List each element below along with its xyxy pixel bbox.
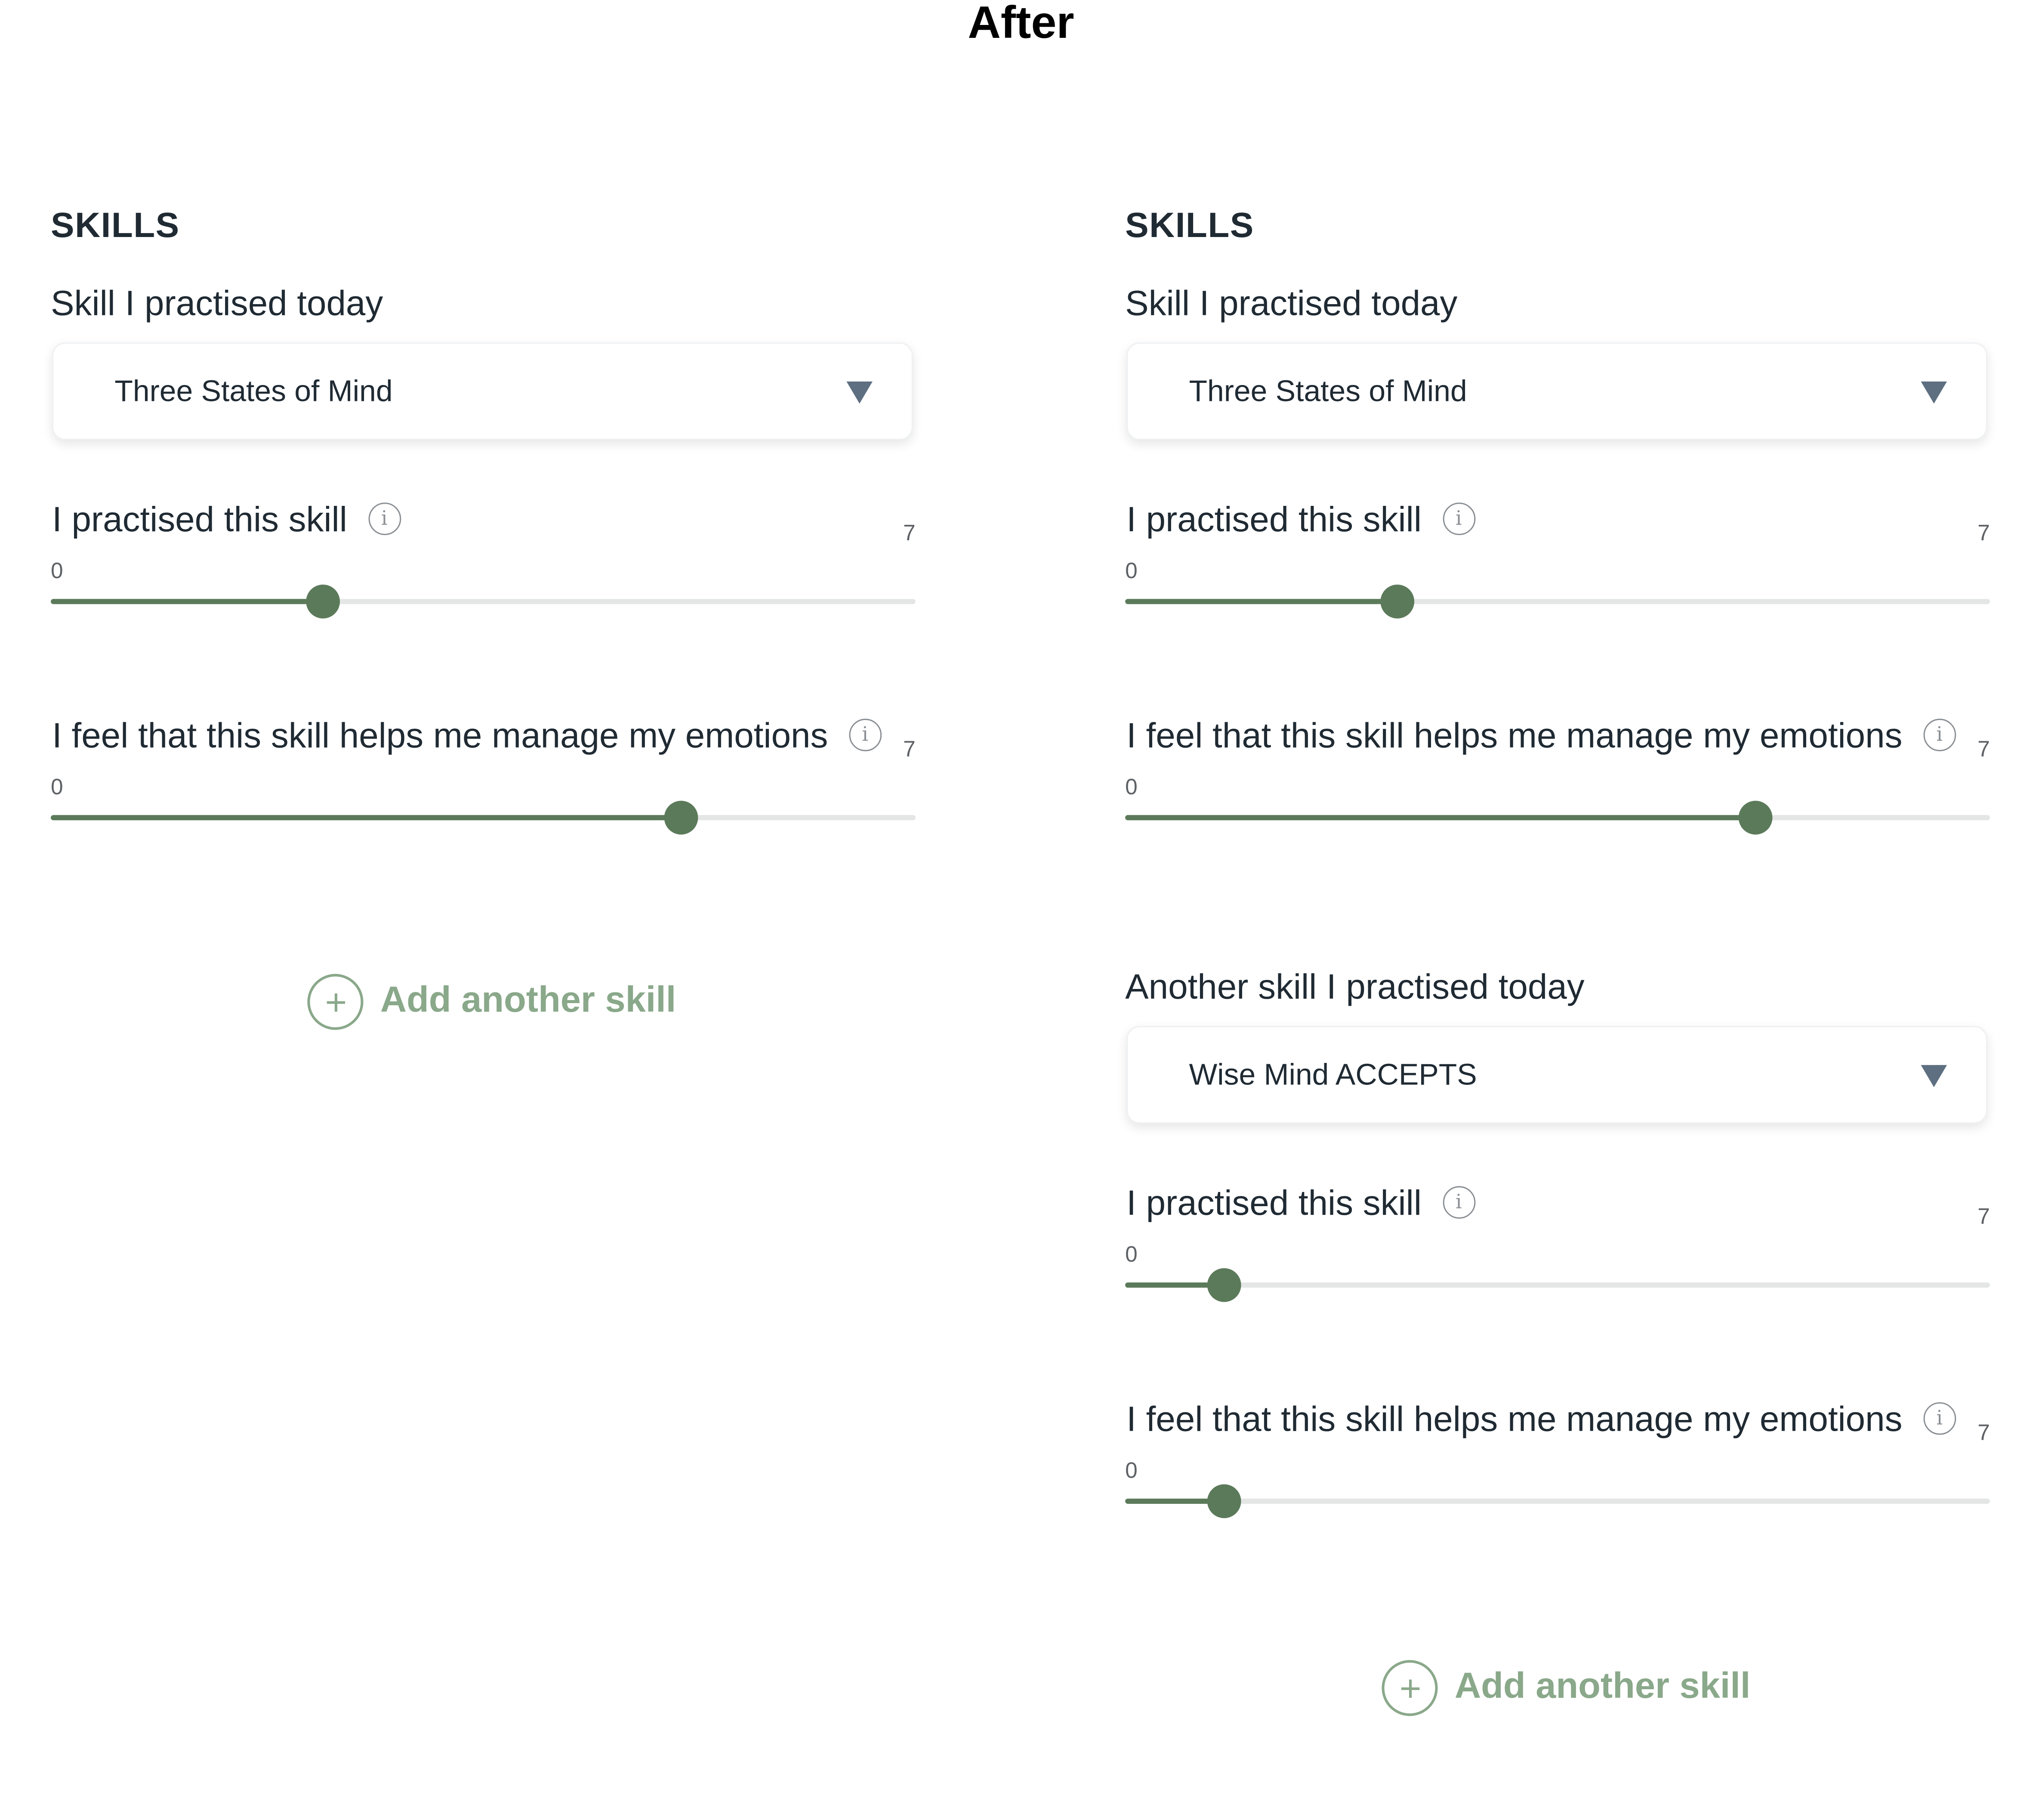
slider-thumb[interactable] <box>1207 1268 1241 1302</box>
dropdown-selected-value: Three States of Mind <box>114 373 393 408</box>
practised-label-text: I practised this skill <box>52 500 347 539</box>
slider-max-label: 7 <box>1977 1204 1990 1229</box>
slider-fill <box>1125 599 1397 604</box>
skill-entry: Skill I practised today Three States of … <box>1125 284 1990 870</box>
slider-thumb[interactable] <box>663 801 698 835</box>
skills-heading: SKILLS <box>1125 206 1254 245</box>
practised-label: I practised this skill i <box>1126 1183 1475 1224</box>
helps-label: I feel that this skill helps me manage m… <box>1126 716 1956 757</box>
slider-min-label: 0 <box>1125 558 1138 584</box>
info-icon[interactable]: i <box>368 503 401 536</box>
slider-min-label: 0 <box>1125 1458 1138 1483</box>
practised-label: I practised this skill i <box>52 500 401 540</box>
skill-entry: Another skill I practised today Wise Min… <box>1125 967 1990 1553</box>
helps-label: I feel that this skill helps me manage m… <box>1126 1400 1956 1440</box>
add-skill-label: Add another skill <box>380 979 676 1019</box>
slider-min-label: 0 <box>1125 1242 1138 1267</box>
info-icon[interactable]: i <box>1923 1402 1956 1435</box>
add-skill-label: Add another skill <box>1454 1665 1751 1706</box>
slider-thumb[interactable] <box>1738 801 1772 835</box>
practised-label: I practised this skill i <box>1126 500 1475 540</box>
slider-fill <box>51 599 323 604</box>
slider-min-label: 0 <box>51 774 63 800</box>
practised-label-text: I practised this skill <box>1126 500 1422 539</box>
plus-circle-icon <box>1382 1660 1438 1716</box>
practised-slider[interactable] <box>51 585 916 619</box>
skill-select-label: Another skill I practised today <box>1125 967 1585 1007</box>
helps-slider-group: I feel that this skill helps me manage m… <box>1125 716 1990 859</box>
helps-slider-group: I feel that this skill helps me manage m… <box>1125 1400 1990 1543</box>
practised-slider-group: I practised this skill i 0 7 <box>1125 500 1990 643</box>
plus-circle-icon <box>307 974 364 1030</box>
caret-down-icon <box>846 381 873 404</box>
slider-thumb[interactable] <box>305 585 340 619</box>
practised-slider[interactable] <box>1125 1268 1990 1302</box>
skills-panel-before: SKILLS Skill I practised today Three Sta… <box>51 0 916 1812</box>
helps-slider[interactable] <box>51 801 916 835</box>
slider-thumb[interactable] <box>1380 585 1414 619</box>
helps-label-text: I feel that this skill helps me manage m… <box>1126 716 1903 755</box>
skill-dropdown[interactable]: Three States of Mind <box>1126 342 1987 440</box>
info-icon[interactable]: i <box>848 719 882 752</box>
slider-max-label: 7 <box>903 737 916 762</box>
slider-min-label: 0 <box>51 558 63 584</box>
slider-thumb[interactable] <box>1207 1484 1241 1518</box>
info-icon[interactable]: i <box>1923 719 1956 752</box>
slider-max-label: 7 <box>1977 737 1990 762</box>
skill-dropdown[interactable]: Wise Mind ACCEPTS <box>1126 1026 1987 1124</box>
caret-down-icon <box>1921 1065 1947 1087</box>
slider-max-label: 7 <box>1977 1420 1990 1445</box>
helps-label-text: I feel that this skill helps me manage m… <box>52 716 828 755</box>
skill-dropdown[interactable]: Three States of Mind <box>52 342 913 440</box>
skills-panel-after: SKILLS Skill I practised today Three Sta… <box>1125 0 1990 1812</box>
slider-max-label: 7 <box>903 520 916 546</box>
info-icon[interactable]: i <box>1442 1186 1475 1219</box>
skills-heading: SKILLS <box>51 206 180 245</box>
caret-down-icon <box>1921 381 1947 404</box>
info-icon[interactable]: i <box>1442 503 1475 536</box>
slider-min-label: 0 <box>1125 774 1138 800</box>
skill-entry: Skill I practised today Three States of … <box>51 284 916 870</box>
practised-slider-group: I practised this skill i 0 7 <box>51 500 916 643</box>
helps-slider[interactable] <box>1125 1484 1990 1518</box>
helps-label-text: I feel that this skill helps me manage m… <box>1126 1399 1903 1439</box>
dropdown-selected-value: Wise Mind ACCEPTS <box>1189 1057 1477 1091</box>
dropdown-selected-value: Three States of Mind <box>1189 373 1467 408</box>
practised-label-text: I practised this skill <box>1126 1183 1422 1223</box>
practised-slider[interactable] <box>1125 585 1990 619</box>
helps-slider[interactable] <box>1125 801 1990 835</box>
skill-select-label: Skill I practised today <box>51 283 383 323</box>
skill-select-label: Skill I practised today <box>1125 283 1458 323</box>
slider-fill <box>51 815 681 820</box>
helps-label: I feel that this skill helps me manage m… <box>52 716 882 757</box>
slider-fill <box>1125 815 1755 820</box>
practised-slider-group: I practised this skill i 0 7 <box>1125 1183 1990 1327</box>
slider-max-label: 7 <box>1977 520 1990 546</box>
helps-slider-group: I feel that this skill helps me manage m… <box>51 716 916 859</box>
